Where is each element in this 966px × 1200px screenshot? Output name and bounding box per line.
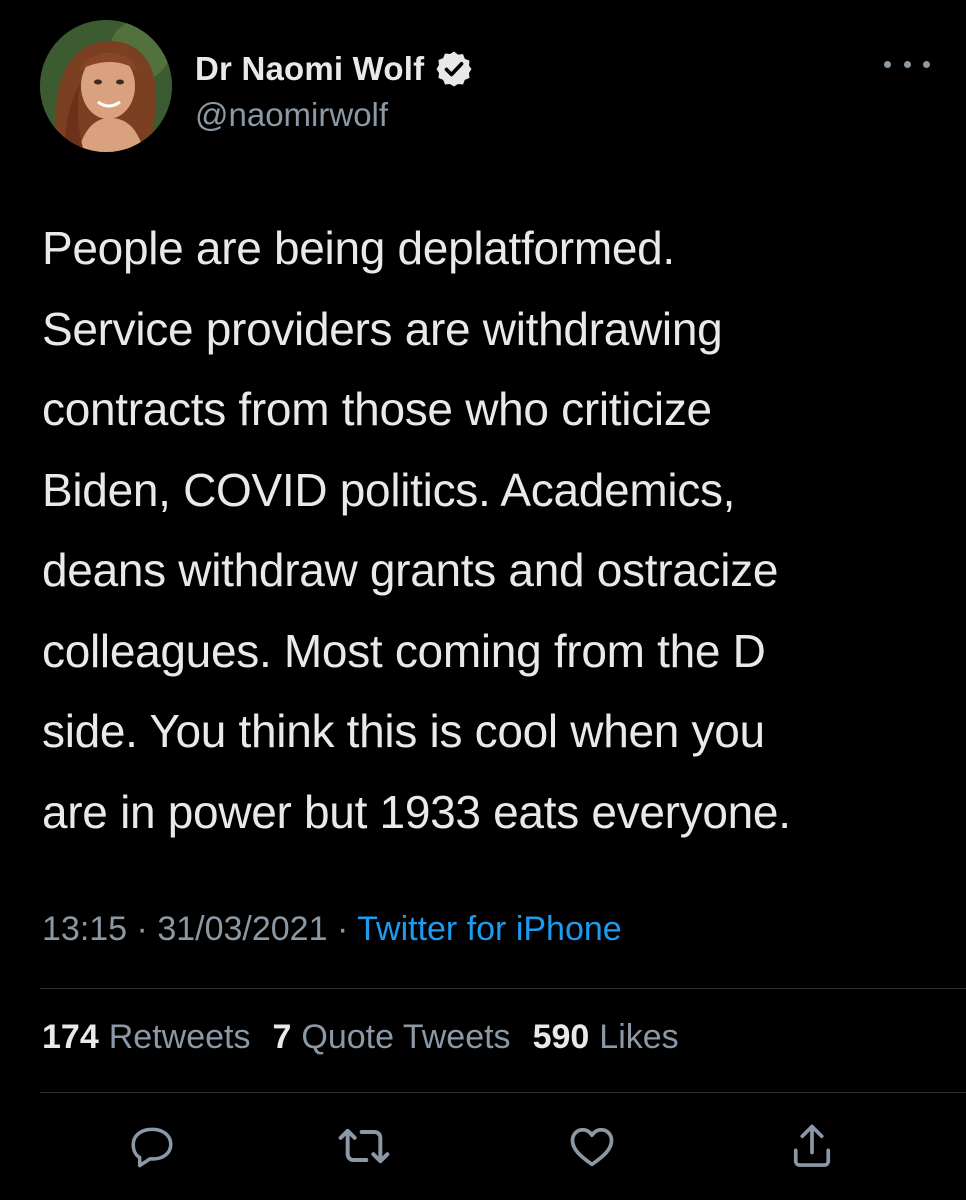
retweets-label: Retweets xyxy=(108,1018,251,1056)
reply-icon[interactable] xyxy=(124,1118,180,1174)
tweet-date[interactable]: 31/03/2021 xyxy=(157,910,327,948)
divider xyxy=(40,988,966,989)
verified-badge-icon xyxy=(434,49,474,89)
tweet-source-link[interactable]: Twitter for iPhone xyxy=(357,910,622,948)
tweet-stats: 174 Retweets 7 Quote Tweets 590 Likes xyxy=(42,1018,679,1057)
meta-separator: · xyxy=(336,910,349,948)
quote-tweets-label: Quote Tweets xyxy=(301,1018,511,1056)
divider xyxy=(40,1092,966,1093)
user-handle[interactable]: @naomirwolf xyxy=(195,96,388,134)
tweet-detail: Dr Naomi Wolf @naomirwolf People are bei… xyxy=(0,0,966,1200)
more-options-icon[interactable] xyxy=(884,54,930,74)
name-row: Dr Naomi Wolf xyxy=(195,44,474,94)
share-icon[interactable] xyxy=(784,1118,840,1174)
display-name[interactable]: Dr Naomi Wolf xyxy=(195,50,424,88)
tweet-time[interactable]: 13:15 xyxy=(42,910,127,948)
meta-separator: · xyxy=(136,910,148,948)
avatar[interactable] xyxy=(40,20,172,152)
tweet-text: People are being deplatformed. Service p… xyxy=(42,222,791,838)
retweets-stat[interactable]: 174 Retweets xyxy=(42,1018,250,1057)
tweet-meta: 13:15 · 31/03/2021 · Twitter for iPhone xyxy=(42,910,622,949)
quote-tweets-stat[interactable]: 7 Quote Tweets xyxy=(272,1018,510,1057)
quote-tweets-count: 7 xyxy=(272,1018,292,1056)
tweet-header: Dr Naomi Wolf @naomirwolf xyxy=(40,20,930,154)
likes-count: 590 xyxy=(532,1018,590,1056)
retweet-icon[interactable] xyxy=(336,1118,392,1174)
action-bar xyxy=(0,1118,966,1178)
likes-label: Likes xyxy=(599,1018,679,1056)
likes-stat[interactable]: 590 Likes xyxy=(533,1018,679,1057)
retweets-count: 174 xyxy=(42,1018,99,1056)
like-icon[interactable] xyxy=(564,1118,620,1174)
